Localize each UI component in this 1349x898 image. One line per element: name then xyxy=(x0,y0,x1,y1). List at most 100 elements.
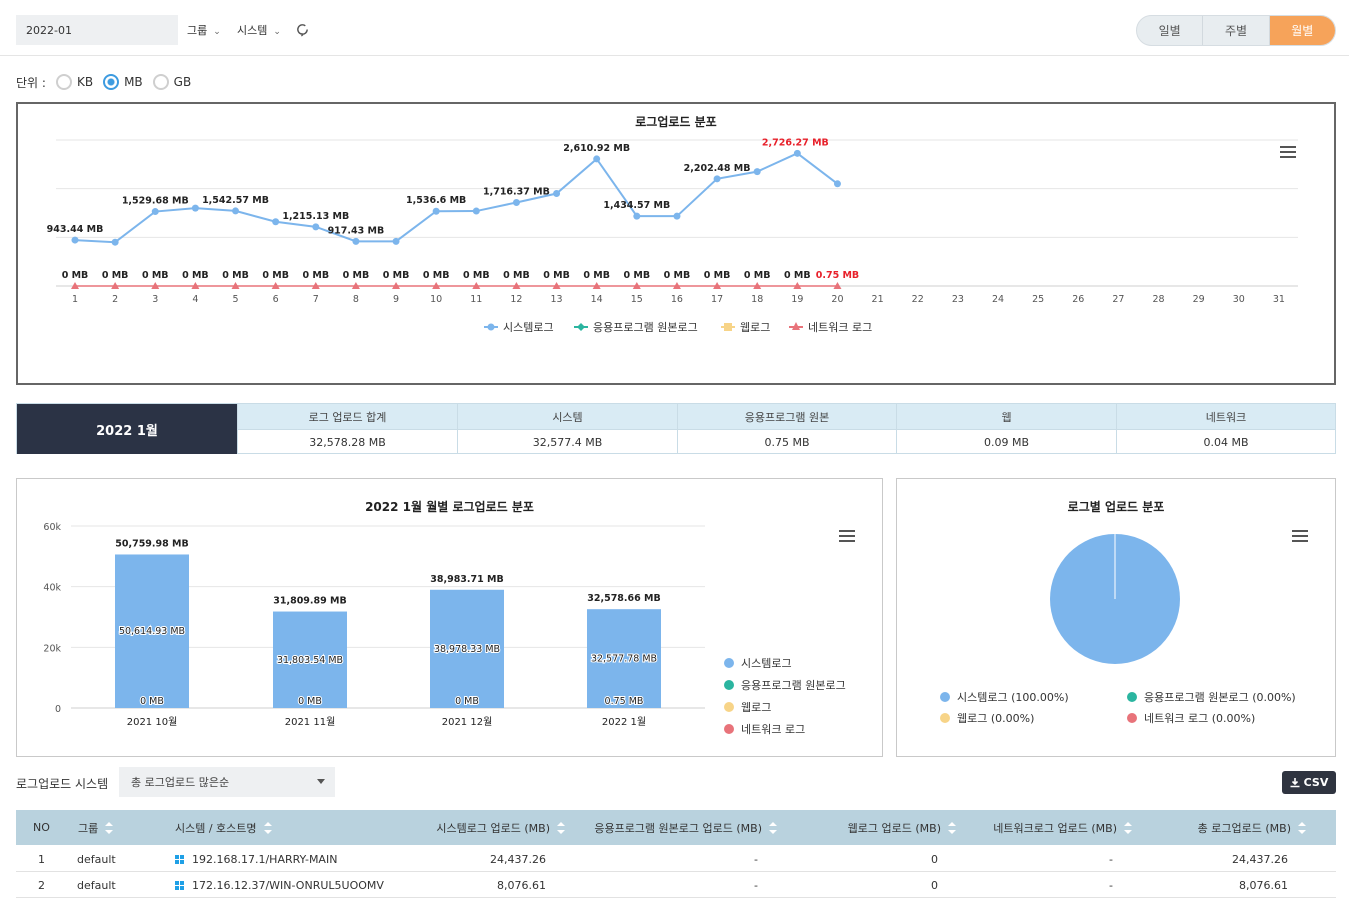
x-tick-label: 6 xyxy=(273,294,279,305)
col-network-log[interactable]: 네트워크로그 업로드 (MB) xyxy=(993,810,1132,845)
legend-item[interactable]: 네트워크 로그 xyxy=(724,721,846,737)
col-group[interactable]: 그룹 xyxy=(78,810,114,845)
series-system-point xyxy=(633,212,641,220)
series-system-point xyxy=(151,208,159,216)
summary-col-system: 시스템 32,577.4 MB xyxy=(457,404,677,454)
x-category-label: 2021 12월 xyxy=(442,716,493,728)
group-dropdown[interactable]: 그룹 ⌄ xyxy=(187,22,221,38)
chevron-down-icon: ⌄ xyxy=(273,27,281,37)
table-row[interactable]: 2 default 172.16.12.37/WIN-ONRUL5UOOMV 8… xyxy=(16,872,1336,898)
legend-item[interactable]: 응용프로그램 원본로그 xyxy=(724,677,846,693)
series-system-point xyxy=(713,175,721,183)
cell-host[interactable]: 172.16.12.37/WIN-ONRUL5UOOMV xyxy=(175,872,384,898)
summary-header: 웹 xyxy=(897,404,1116,429)
legend-item[interactable]: 응용프로그램 원본로그 (0.00%) xyxy=(1127,689,1320,705)
x-tick-label: 12 xyxy=(510,294,522,305)
series-system-point xyxy=(191,204,199,212)
table-row[interactable]: 1 default 192.168.17.1/HARRY-MAIN 24,437… xyxy=(16,846,1336,872)
cell-web-log: 0 xyxy=(931,878,938,892)
zero-data-label: 0 MB xyxy=(222,270,249,281)
legend-item[interactable]: 시스템로그 (100.00%) xyxy=(940,689,1127,705)
legend-marker xyxy=(724,323,732,331)
monthly-bar-chart-panel: 2022 1월 월별 로그업로드 분포 0 20k 40k 60k 50,759.98 … xyxy=(16,478,883,757)
x-tick-label: 11 xyxy=(470,294,482,305)
legend-item[interactable]: 웹로그 (0.00%) xyxy=(940,710,1127,726)
zero-data-label: 0 MB xyxy=(503,270,530,281)
x-tick-label: 2 xyxy=(112,294,118,305)
cell-host[interactable]: 192.168.17.1/HARRY-MAIN xyxy=(175,846,337,872)
summary-period: 2022 1월 xyxy=(17,404,237,454)
sort-icon xyxy=(769,821,777,834)
monthly-tab[interactable]: 월별 xyxy=(1269,16,1335,45)
legend-marker xyxy=(577,323,585,331)
cell-network-log: - xyxy=(1109,852,1113,866)
zero-data-label: 0 MB xyxy=(62,270,89,281)
col-host[interactable]: 시스템 / 호스트명 xyxy=(175,810,272,845)
x-tick-label: 28 xyxy=(1152,294,1164,305)
cell-total-log: 8,076.61 xyxy=(1239,878,1288,892)
chevron-down-icon: ⌄ xyxy=(213,27,221,37)
summary-header: 응용프로그램 원본 xyxy=(678,404,896,429)
refresh-icon[interactable] xyxy=(295,22,310,37)
y-tick-label: 60k xyxy=(43,522,61,533)
col-web-log[interactable]: 웹로그 업로드 (MB) xyxy=(848,810,956,845)
unit-selector: 단위 : KB MB GB xyxy=(16,73,191,91)
x-tick-label: 1 xyxy=(72,294,78,305)
system-dropdown-label: 시스템 xyxy=(237,24,268,37)
unit-label: 단위 : xyxy=(16,75,46,90)
system-data-label: 1,215.13 MB xyxy=(282,211,349,222)
sort-icon xyxy=(948,821,956,834)
x-tick-label: 29 xyxy=(1193,294,1205,305)
cell-total-log: 24,437.26 xyxy=(1232,852,1288,866)
zero-data-label: 0 MB xyxy=(423,270,450,281)
zero-data-label: 0 MB xyxy=(102,270,129,281)
daily-tab[interactable]: 일별 xyxy=(1137,16,1204,45)
radio-icon xyxy=(55,74,72,90)
pie-chart xyxy=(1050,534,1180,664)
summary-col-web: 웹 0.09 MB xyxy=(896,404,1116,454)
zero-data-label: 0 MB xyxy=(583,270,610,281)
legend-label: 웹로그 xyxy=(740,321,770,334)
series-system-point xyxy=(753,168,761,176)
pie-chart-legend: 시스템로그 (100.00%) 응용프로그램 원본로그 (0.00%) 웹로그 … xyxy=(940,689,1320,726)
y-tick-label: 40k xyxy=(43,583,61,594)
x-tick-label: 9 xyxy=(393,294,399,305)
col-total-log[interactable]: 총 로그업로드 (MB) xyxy=(1198,810,1306,845)
csv-download-button[interactable]: CSV xyxy=(1282,771,1336,794)
series-system-point xyxy=(593,155,601,163)
unit-radio-mb[interactable]: MB xyxy=(103,74,143,90)
zero-data-label: 0 MB xyxy=(543,270,570,281)
x-category-label: 2021 11월 xyxy=(285,716,336,728)
bar-system-label: 31,803.54 MB xyxy=(277,655,343,666)
zero-data-label: 0 MB xyxy=(142,270,169,281)
cell-system-log: 8,076.61 xyxy=(497,878,546,892)
system-dropdown[interactable]: 시스템 ⌄ xyxy=(237,22,281,38)
col-app-log[interactable]: 응용프로그램 원본로그 업로드 (MB) xyxy=(594,810,777,845)
csv-button-label: CSV xyxy=(1303,776,1329,789)
unit-radio-gb[interactable]: GB xyxy=(152,74,191,90)
weekly-tab[interactable]: 주별 xyxy=(1203,16,1270,45)
sort-select[interactable]: 총 로그업로드 많은순 xyxy=(119,767,335,797)
x-tick-label: 8 xyxy=(353,294,359,305)
x-tick-label: 5 xyxy=(232,294,238,305)
period-toggle: 일별 주별 월별 xyxy=(1136,15,1336,46)
series-system-point xyxy=(272,218,280,226)
series-system-point xyxy=(512,198,520,206)
legend-item[interactable]: 시스템로그 xyxy=(724,655,846,671)
x-tick-label: 13 xyxy=(551,294,563,305)
month-picker-input[interactable] xyxy=(16,15,178,45)
series-system-point xyxy=(392,237,400,245)
windows-icon xyxy=(175,880,184,890)
cell-group: default xyxy=(77,878,116,892)
unit-radio-kb[interactable]: KB xyxy=(55,74,93,90)
series-system-point xyxy=(793,149,801,157)
summary-value: 32,578.28 MB xyxy=(238,429,457,454)
sort-icon xyxy=(1298,821,1306,834)
bar-app-label: 0 MB xyxy=(140,696,164,707)
zero-data-label: 0 MB xyxy=(704,270,731,281)
sort-icon xyxy=(557,821,565,834)
legend-item[interactable]: 웹로그 xyxy=(724,699,846,715)
legend-item[interactable]: 네트워크 로그 (0.00%) xyxy=(1127,710,1320,726)
zero-data-label: 0 MB xyxy=(784,270,811,281)
col-system-log[interactable]: 시스템로그 업로드 (MB) xyxy=(436,810,565,845)
